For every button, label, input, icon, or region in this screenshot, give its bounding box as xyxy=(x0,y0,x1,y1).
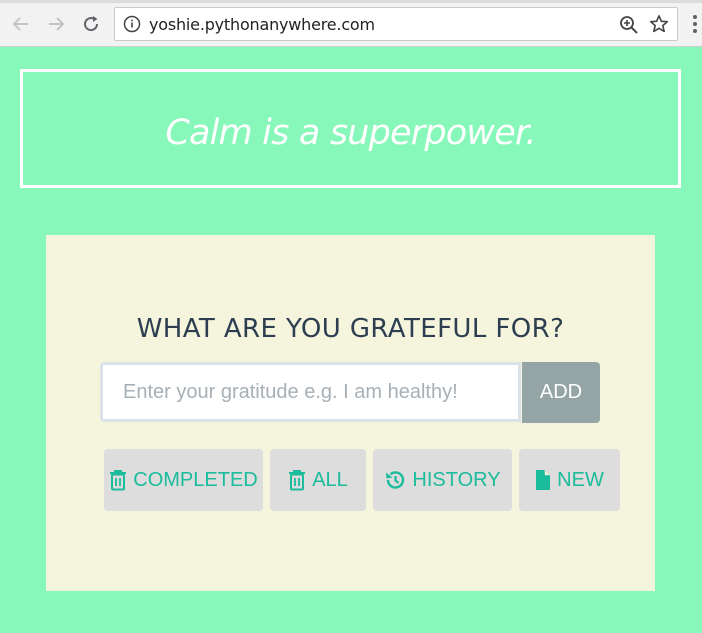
new-button[interactable]: NEW xyxy=(519,449,620,511)
tab-strip xyxy=(0,0,702,3)
action-label: ALL xyxy=(312,468,348,491)
history-button[interactable]: HISTORY xyxy=(373,449,512,511)
history-icon xyxy=(384,469,406,491)
trash-icon xyxy=(109,469,127,491)
card-heading: WHAT ARE YOU GRATEFUL FOR? xyxy=(136,314,565,344)
address-bar[interactable]: yoshie.pythonanywhere.com xyxy=(114,7,678,41)
action-label: COMPLETED xyxy=(133,468,258,491)
action-label: NEW xyxy=(557,468,604,491)
info-icon[interactable] xyxy=(123,15,141,33)
quote-text: Calm is a superpower. xyxy=(165,112,536,153)
trash-icon xyxy=(288,469,306,491)
forward-arrow-icon[interactable] xyxy=(43,11,69,37)
file-icon xyxy=(535,469,551,491)
browser-toolbar: yoshie.pythonanywhere.com xyxy=(0,0,702,47)
url-text[interactable]: yoshie.pythonanywhere.com xyxy=(149,15,375,34)
zoom-icon[interactable] xyxy=(619,15,639,40)
delete-completed-button[interactable]: COMPLETED xyxy=(104,449,263,511)
action-label: HISTORY xyxy=(412,468,501,491)
quote-banner: Calm is a superpower. xyxy=(20,69,681,188)
menu-icon[interactable] xyxy=(692,14,698,34)
delete-all-button[interactable]: ALL xyxy=(270,449,366,511)
gratitude-card: WHAT ARE YOU GRATEFUL FOR? ADD COMPLETED… xyxy=(46,235,655,591)
reload-icon[interactable] xyxy=(78,11,104,37)
star-icon[interactable] xyxy=(649,14,669,39)
gratitude-input[interactable] xyxy=(100,362,521,422)
back-arrow-icon[interactable] xyxy=(8,11,34,37)
add-button[interactable]: ADD xyxy=(522,362,600,423)
